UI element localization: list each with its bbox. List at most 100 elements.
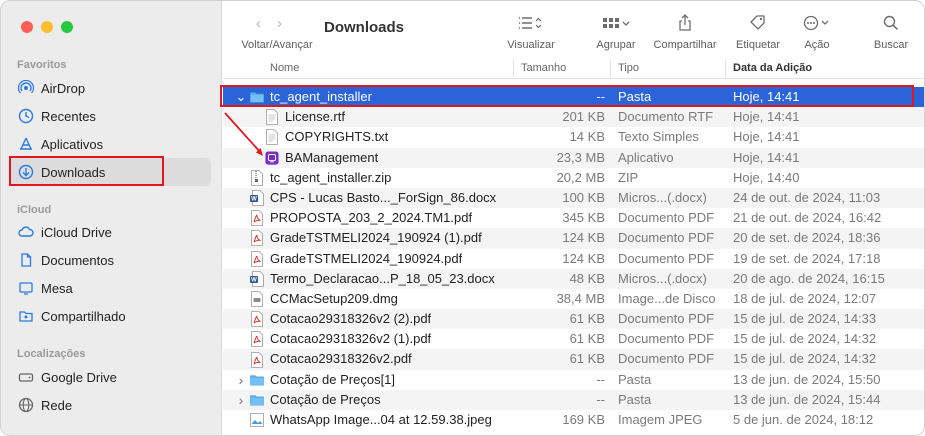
group-button[interactable]: Agrupar bbox=[591, 13, 641, 51]
table-row[interactable]: › Cotação de Preços[1] -- Pasta 13 de jun. d… bbox=[223, 370, 924, 390]
disclosure-open-icon[interactable]: ⌄ bbox=[235, 90, 247, 103]
table-row[interactable]: GradeTSTMELI2024_190924.pdf 124 KB Documen… bbox=[223, 249, 924, 269]
file-size: 124 KB bbox=[562, 230, 605, 246]
row-name-cell: CCMacSetup209.dmg bbox=[235, 289, 398, 309]
table-row[interactable]: › Cotação de Preços -- Pasta 13 de jun. de 2… bbox=[223, 389, 924, 410]
column-name[interactable]: Nome bbox=[270, 61, 299, 75]
share-label: Compartilhar bbox=[653, 39, 717, 51]
column-size[interactable]: Tamanho bbox=[521, 61, 566, 75]
table-row[interactable]: W Termo_Declaracao...P_18_05_23.docx 48 KB… bbox=[223, 268, 924, 289]
document-icon bbox=[18, 252, 34, 268]
chevron-left-icon[interactable]: ‹ bbox=[256, 15, 277, 32]
file-size: 124 KB bbox=[562, 250, 605, 266]
sidebar-item-label: Aplicativos bbox=[41, 136, 104, 152]
column-date-added[interactable]: Data da Adição bbox=[733, 61, 812, 75]
column-separator[interactable] bbox=[513, 59, 514, 77]
table-row[interactable]: WhatsApp Image...04 at 12.59.38.jpeg 169 … bbox=[223, 410, 924, 430]
tag-label: Etiquetar bbox=[735, 39, 781, 51]
sidebar-item-label: AirDrop bbox=[41, 80, 86, 96]
apps-icon bbox=[18, 136, 34, 152]
search-button[interactable]: Buscar bbox=[869, 13, 913, 51]
table-row[interactable]: License.rtf 201 KB Documento RTF Hoje, 14:4… bbox=[223, 107, 924, 128]
sidebar-item-airdrop[interactable]: AirDrop bbox=[9, 74, 211, 102]
sidebar-item-label: Recentes bbox=[41, 108, 96, 124]
table-row[interactable]: COPYRIGHTS.txt 14 KB Texto Simples Hoje, 14… bbox=[223, 127, 924, 147]
app-file-icon bbox=[265, 150, 279, 166]
row-name-cell: tc_agent_installer.zip bbox=[235, 168, 391, 188]
table-row[interactable]: Cotacao29318326v2 (2).pdf 61 KB Documento … bbox=[223, 309, 924, 330]
sidebar-item-rede[interactable]: Rede bbox=[9, 391, 211, 419]
table-row[interactable]: W CPS - Lucas Basto..._ForSign_86.docx 100… bbox=[223, 187, 924, 209]
file-date-added: 20 de set. de 2024, 18:36 bbox=[733, 230, 881, 246]
sidebar-item-google-drive[interactable]: Google Drive bbox=[9, 363, 211, 391]
row-name-cell: Cotacao29318326v2 (2).pdf bbox=[235, 309, 431, 329]
column-header: Nome Tamanho Tipo Data da Adição bbox=[223, 57, 924, 79]
column-separator[interactable] bbox=[610, 59, 611, 77]
file-size: 48 KB bbox=[569, 270, 605, 286]
table-row[interactable]: tc_agent_installer.zip 20,2 MB ZIP Hoje, 14… bbox=[223, 168, 924, 188]
sidebar-item-compartilhado[interactable]: Compartilhado bbox=[9, 302, 211, 330]
sidebar-item-aplicativos[interactable]: Aplicativos bbox=[9, 130, 211, 158]
file-kind: Documento PDF bbox=[618, 311, 715, 327]
airdrop-icon bbox=[18, 80, 34, 96]
file-size: -- bbox=[596, 89, 605, 104]
file-date-added: Hoje, 14:41 bbox=[733, 109, 800, 125]
file-kind: Texto Simples bbox=[618, 129, 699, 145]
sidebar-item-recentes[interactable]: Recentes bbox=[9, 102, 211, 130]
view-button[interactable]: Visualizar bbox=[501, 13, 561, 51]
file-kind: Pasta bbox=[618, 391, 652, 407]
action-button[interactable]: Ação bbox=[797, 13, 837, 51]
doc-file-icon bbox=[265, 129, 279, 146]
file-size: 23,3 MB bbox=[556, 149, 605, 165]
file-date-added: 15 de jul. de 2024, 14:32 bbox=[733, 351, 877, 367]
table-row[interactable]: Cotacao29318326v2 (1).pdf 61 KB Documento … bbox=[223, 329, 924, 349]
sidebar-item-label: Mesa bbox=[41, 280, 73, 296]
back-forward-control[interactable]: ‹ › Voltar/Avançar bbox=[237, 13, 317, 52]
disclosure-closed-icon[interactable]: › bbox=[235, 390, 247, 410]
sidebar-item-documentos[interactable]: Documentos bbox=[9, 246, 211, 274]
row-name-cell: GradeTSTMELI2024_190924.pdf bbox=[235, 249, 462, 269]
file-size: 20,2 MB bbox=[556, 169, 605, 185]
chevron-right-icon[interactable]: › bbox=[277, 15, 298, 32]
table-row[interactable]: GradeTSTMELI2024_190924 (1).pdf 124 KB Doc… bbox=[223, 228, 924, 249]
table-row[interactable]: CCMacSetup209.dmg 38,4 MB Image...de Disco… bbox=[223, 289, 924, 309]
share-button[interactable]: Compartilhar bbox=[648, 13, 722, 51]
row-name-cell: GradeTSTMELI2024_190924 (1).pdf bbox=[235, 228, 482, 248]
file-kind: Imagem JPEG bbox=[618, 412, 703, 427]
row-name-cell: › Cotação de Preços bbox=[235, 390, 381, 410]
table-row[interactable]: BAManagement 23,3 MB Aplicativo Hoje, 14:41 bbox=[223, 147, 924, 168]
column-separator[interactable] bbox=[725, 59, 726, 77]
file-size: 61 KB bbox=[569, 331, 605, 347]
file-name: tc_agent_installer.zip bbox=[270, 169, 392, 185]
sidebar-item-downloads[interactable]: Downloads bbox=[9, 158, 211, 186]
table-row[interactable]: Cotacao29318326v2.pdf 61 KB Documento PDF 1… bbox=[223, 349, 924, 370]
column-kind[interactable]: Tipo bbox=[618, 61, 639, 75]
table-row-selected[interactable]: ⌄ tc_agent_installer -- Pasta Hoje, 14:41 bbox=[223, 87, 924, 108]
file-name: CPS - Lucas Basto..._ForSign_86.docx bbox=[270, 189, 497, 205]
file-date-added: Hoje, 14:41 bbox=[733, 129, 800, 145]
view-label: Visualizar bbox=[507, 39, 555, 51]
sidebar-section-favoritos: Favoritos bbox=[17, 59, 67, 71]
table-row[interactable]: PROPOSTA_203_2_2024.TM1.pdf 345 KB Documen… bbox=[223, 208, 924, 228]
file-name: GradeTSTMELI2024_190924.pdf bbox=[270, 250, 463, 266]
pdf-file-icon bbox=[250, 250, 264, 267]
tag-button[interactable]: Etiquetar bbox=[731, 13, 785, 51]
file-date-added: 13 de jun. de 2024, 15:50 bbox=[733, 371, 881, 387]
pdf-file-icon bbox=[250, 210, 264, 227]
minimize-window-button[interactable] bbox=[41, 21, 53, 33]
zoom-window-button[interactable] bbox=[61, 21, 73, 33]
file-size: 61 KB bbox=[569, 311, 605, 327]
sidebar-item-label: Documentos bbox=[41, 252, 114, 268]
globe-icon bbox=[18, 397, 34, 413]
file-name: BAManagement bbox=[285, 149, 379, 165]
sidebar-item-mesa[interactable]: Mesa bbox=[9, 274, 211, 302]
disclosure-closed-icon[interactable]: › bbox=[235, 370, 247, 390]
svg-text:W: W bbox=[251, 197, 257, 203]
row-name-cell: Cotacao29318326v2 (1).pdf bbox=[235, 329, 431, 349]
sidebar-item-icloud-drive[interactable]: iCloud Drive bbox=[9, 218, 211, 246]
file-kind: Image...de Disco bbox=[618, 290, 716, 306]
file-size: 38,4 MB bbox=[556, 290, 605, 306]
file-name: Cotacao29318326v2 (1).pdf bbox=[270, 331, 432, 347]
share-icon bbox=[678, 13, 692, 33]
close-window-button[interactable] bbox=[21, 21, 33, 33]
